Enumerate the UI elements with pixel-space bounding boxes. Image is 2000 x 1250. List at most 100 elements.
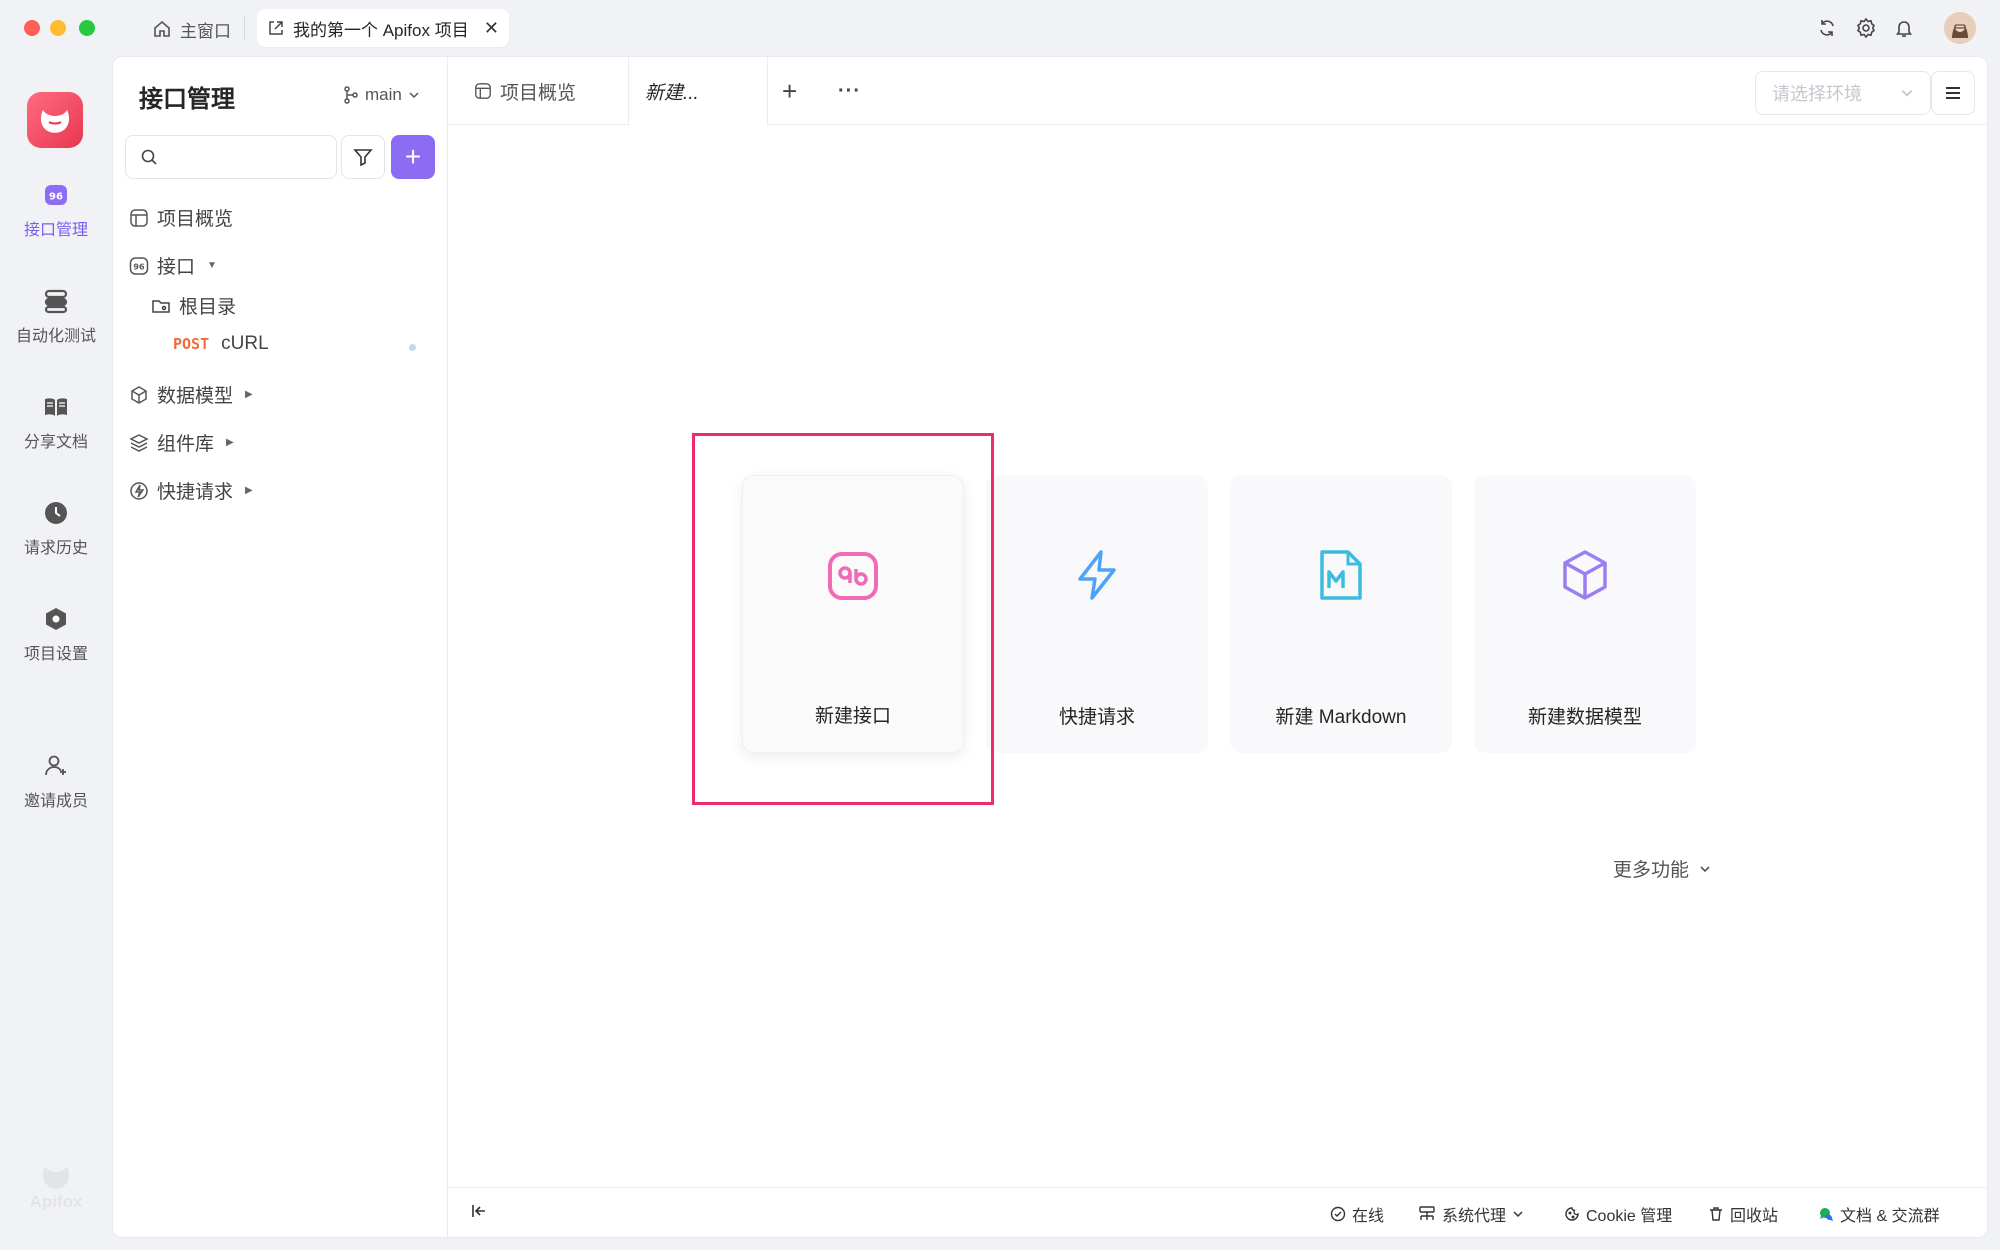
content-tab-bar: 项目概览 新建... + ··· 请选择环境 [448, 57, 1987, 126]
bell-icon[interactable] [1890, 14, 1918, 42]
card-new-markdown[interactable]: 新建 Markdown [1230, 475, 1452, 753]
tree-item-api[interactable]: 96 接口 ▼ [129, 252, 217, 279]
api-icon [825, 548, 881, 604]
tree-item-endpoint[interactable]: POST cURL [173, 333, 269, 355]
minimize-window-button[interactable] [50, 20, 66, 36]
tab-home[interactable]: 主窗口 [146, 13, 237, 45]
proxy-label: 系统代理 [1442, 1208, 1507, 1225]
chat-bubble-icon [1818, 1206, 1834, 1222]
nav-label: 分享文档 [23, 434, 88, 451]
caret-right-icon[interactable]: ▶ [245, 389, 253, 400]
cookie-manager-button[interactable]: Cookie 管理 [1564, 1202, 1672, 1226]
caret-right-icon[interactable]: ▶ [245, 485, 253, 496]
book-icon [43, 394, 69, 420]
tab-new[interactable]: 新建... [628, 57, 768, 126]
caret-right-icon[interactable]: ▶ [226, 437, 234, 448]
environment-select[interactable]: 请选择环境 [1755, 71, 1931, 115]
close-tab-icon[interactable]: ✕ [484, 18, 499, 39]
tree-label: 快捷请求 [157, 482, 234, 503]
tab-label: 新建... [645, 82, 699, 104]
add-tab-button[interactable]: + [782, 57, 797, 125]
http-method-badge: POST [173, 335, 210, 353]
apifox-logo [27, 92, 83, 148]
sidebar-title: 接口管理 [139, 86, 235, 113]
filter-button[interactable] [341, 135, 385, 179]
tree-item-components[interactable]: 组件库 ▶ [129, 429, 234, 456]
chevron-down-icon [1699, 863, 1711, 875]
close-window-button[interactable] [24, 20, 40, 36]
docs-community-button[interactable]: 文档 & 交流群 [1818, 1202, 1940, 1226]
nav-item-api-management[interactable]: 96 接口管理 [0, 182, 112, 240]
folder-icon [151, 296, 171, 316]
docs-label: 文档 & 交流群 [1840, 1208, 1940, 1225]
hamburger-icon [1944, 85, 1962, 101]
svg-text:96: 96 [49, 192, 63, 203]
collapse-sidebar-button[interactable] [470, 1202, 488, 1220]
filter-icon [353, 147, 373, 167]
system-proxy-select[interactable]: 系统代理 [1418, 1202, 1524, 1226]
card-new-data-model[interactable]: 新建数据模型 [1474, 475, 1696, 753]
card-quick-request[interactable]: 快捷请求 [986, 475, 1208, 753]
add-user-icon [43, 753, 69, 779]
tree-label: cURL [221, 333, 269, 354]
branch-icon [343, 86, 359, 104]
zoom-window-button[interactable] [79, 20, 95, 36]
tree-item-overview[interactable]: 项目概览 [129, 204, 233, 231]
more-tabs-button[interactable]: ··· [838, 57, 861, 125]
tree-item-quick-request[interactable]: 快捷请求 ▶ [129, 477, 253, 504]
tree-label: 项目概览 [157, 209, 234, 230]
unsaved-dot [409, 344, 416, 351]
refresh-icon[interactable] [1813, 14, 1841, 42]
gear-icon[interactable] [1852, 14, 1880, 42]
nav-item-automation[interactable]: 自动化测试 [0, 288, 112, 346]
branch-name: main [365, 85, 402, 104]
more-features-label: 更多功能 [1613, 860, 1690, 881]
env-placeholder: 请选择环境 [1772, 84, 1862, 104]
search-input[interactable] [125, 135, 337, 179]
markdown-icon [1313, 547, 1369, 603]
card-label: 新建数据模型 [1527, 707, 1642, 728]
external-link-icon [267, 19, 285, 37]
lightning-icon [1069, 547, 1125, 603]
tree-item-root-dir[interactable]: 根目录 [151, 292, 236, 319]
recycle-bin-button[interactable]: 回收站 [1708, 1202, 1778, 1226]
nav-item-project-settings[interactable]: 项目设置 [0, 606, 112, 664]
menu-button[interactable] [1931, 71, 1975, 115]
trash-icon [1708, 1206, 1724, 1222]
tab-overview[interactable]: 项目概览 [474, 57, 576, 125]
layout-icon [474, 82, 492, 100]
add-button[interactable]: + [391, 135, 435, 179]
online-status[interactable]: 在线 [1330, 1202, 1384, 1226]
nav-label: 邀请成员 [23, 793, 88, 810]
more-features-button[interactable]: 更多功能 [1613, 855, 1711, 882]
api-icon: 96 [129, 256, 149, 276]
card-label: 快捷请求 [1058, 707, 1135, 728]
cube-icon [129, 385, 149, 405]
avatar[interactable] [1944, 12, 1976, 44]
recycle-label: 回收站 [1730, 1208, 1779, 1225]
check-circle-icon [1330, 1206, 1346, 1222]
tree-label: 组件库 [157, 434, 215, 455]
tree-label: 数据模型 [157, 386, 234, 407]
content-area: 项目概览 新建... + ··· 请选择环境 新建接口 快捷请求 新建 Mark… [448, 57, 1987, 1237]
cookie-icon [1564, 1206, 1580, 1222]
watermark-text: Apifox [29, 1192, 83, 1211]
online-label: 在线 [1352, 1208, 1385, 1225]
tree-item-data-model[interactable]: 数据模型 ▶ [129, 381, 253, 408]
cookie-label: Cookie 管理 [1586, 1208, 1673, 1225]
main-panel: 接口管理 main + 项目概览 96 接口 ▼ 根目录 POST cURL 数… [112, 56, 1988, 1238]
nav-item-share-docs[interactable]: 分享文档 [0, 394, 112, 452]
nav-label: 项目设置 [23, 646, 88, 663]
nav-item-request-history[interactable]: 请求历史 [0, 500, 112, 558]
chevron-down-icon [1900, 86, 1914, 100]
clock-icon [43, 500, 69, 526]
tree-label: 接口 [157, 257, 196, 278]
nav-item-invite-members[interactable]: 邀请成员 [0, 753, 112, 811]
caret-down-icon[interactable]: ▼ [207, 260, 217, 271]
tab-project[interactable]: 我的第一个 Apifox 项目 ✕ [257, 9, 509, 47]
home-icon [152, 19, 172, 39]
card-new-api[interactable]: 新建接口 [742, 475, 964, 753]
nav-label: 接口管理 [23, 222, 88, 239]
branch-selector[interactable]: main [343, 85, 420, 105]
hexagon-settings-icon [43, 606, 69, 632]
